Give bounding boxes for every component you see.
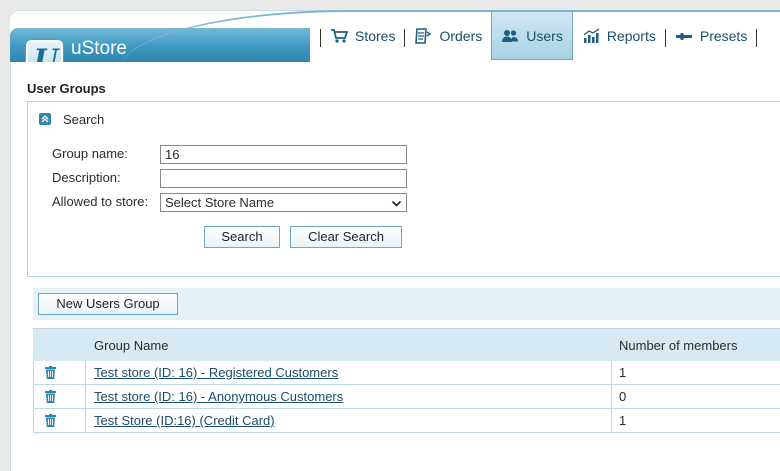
row-actions-cell (33, 409, 86, 432)
cart-icon (330, 28, 349, 44)
nav-item-reports[interactable]: Reports (573, 12, 665, 60)
group-name-link[interactable]: Test store (ID: 16) - Anonymous Customer… (94, 389, 343, 404)
nav-label: Orders (439, 28, 483, 44)
members-count: 1 (619, 365, 627, 380)
table-header: Group Name Number of members (33, 328, 780, 361)
nav-label: Stores (355, 28, 396, 44)
group-name-link[interactable]: Test store (ID: 16) - Registered Custome… (94, 365, 338, 380)
nav-item-stores[interactable]: Stores (321, 12, 404, 60)
nav-item-users[interactable]: Users (491, 12, 573, 60)
trash-icon[interactable] (45, 414, 56, 431)
user-groups-table: Group Name Number of members Test store … (33, 328, 780, 433)
table-row: Test store (ID: 16) - Anonymous Customer… (33, 385, 780, 409)
app-name: uStore (71, 38, 127, 59)
members-cell: 0 (612, 385, 780, 408)
nav-separator (756, 29, 758, 47)
content-area: User Groups Search Group name: 16 Descri… (10, 62, 780, 471)
group-name-cell: Test Store (ID:16) (Credit Card) (86, 409, 612, 432)
group-name-cell: Test store (ID: 16) - Anonymous Customer… (86, 385, 612, 408)
table-row: Test store (ID: 16) - Registered Custome… (33, 361, 780, 385)
orders-icon (414, 28, 432, 44)
page-title: User Groups (27, 81, 106, 96)
nav-label: Presets (699, 28, 748, 44)
row-actions-cell (33, 361, 86, 384)
nav-label: Reports (606, 28, 656, 44)
store-select-value: Select Store Name (165, 195, 275, 210)
members-count: 0 (619, 389, 627, 404)
search-panel: Search Group name: 16 Description: Allow… (27, 101, 780, 277)
members-cell: 1 (612, 361, 780, 384)
main-nav: Stores Orders Users Reports Presets (320, 12, 758, 60)
action-bar: New Users Group (33, 288, 780, 320)
nav-item-orders[interactable]: Orders (405, 12, 491, 60)
group-name-input[interactable]: 16 (160, 145, 407, 164)
users-icon (501, 28, 519, 44)
nav-item-presets[interactable]: Presets (666, 12, 756, 60)
store-select[interactable]: Select Store Name (160, 193, 407, 212)
new-users-group-button[interactable]: New Users Group (38, 293, 178, 315)
column-header-members[interactable]: Number of members (619, 338, 737, 353)
chart-icon (582, 28, 600, 44)
row-actions-cell (33, 385, 86, 408)
chevron-down-icon (391, 197, 402, 212)
search-header: Search (63, 112, 105, 127)
store-label: Allowed to store: (52, 194, 149, 209)
column-header-group-name[interactable]: Group Name (94, 338, 168, 353)
description-input[interactable] (160, 169, 407, 188)
wrench-icon (675, 28, 693, 44)
members-count: 1 (619, 413, 627, 428)
description-label: Description: (52, 170, 121, 185)
group-name-link[interactable]: Test Store (ID:16) (Credit Card) (94, 413, 275, 428)
search-button[interactable]: Search (204, 226, 280, 248)
group-name-cell: Test store (ID: 16) - Registered Custome… (86, 361, 612, 384)
clear-search-button[interactable]: Clear Search (290, 226, 402, 248)
nav-label: Users (526, 27, 563, 44)
table-row: Test Store (ID:16) (Credit Card) 1 (33, 409, 780, 433)
group-name-label: Group name: (52, 146, 128, 161)
trash-icon[interactable] (45, 366, 56, 383)
trash-icon[interactable] (45, 390, 56, 407)
collapse-toggle-icon[interactable] (39, 113, 51, 125)
members-cell: 1 (612, 409, 780, 432)
